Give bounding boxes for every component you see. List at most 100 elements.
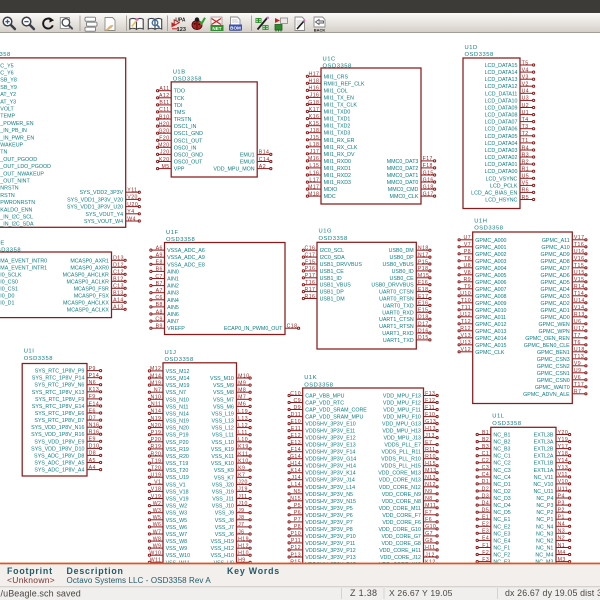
svg-text:VDDSHV_3P3V_L14: VDDSHV_3P3V_L14 — [305, 485, 355, 491]
svg-text:F2: F2 — [482, 550, 489, 556]
svg-text:SYS_RTC_1P8V_E14: SYS_RTC_1P8V_E14 — [32, 404, 85, 410]
svg-text:R12: R12 — [460, 326, 471, 332]
svg-text:D18: D18 — [418, 315, 429, 321]
svg-text:Y13: Y13 — [558, 465, 569, 471]
svg-text:VSS_L12: VSS_L12 — [212, 426, 234, 432]
svg-text:GPMC_A014: GPMC_A014 — [475, 336, 506, 342]
svg-text:P14: P14 — [89, 373, 100, 379]
svg-text:C13: C13 — [113, 284, 124, 290]
svg-text:V15: V15 — [574, 277, 585, 283]
svg-text:VDD_MPU_F11: VDD_MPU_F11 — [383, 408, 421, 414]
svg-text:MCASP0_FSR: MCASP0_FSR — [74, 286, 109, 292]
svg-text:J17: J17 — [310, 149, 320, 155]
svg-text:VDDSHV_3P3V_G14: VDDSHV_3P3V_G14 — [305, 457, 356, 463]
svg-text:GPMC_AD5: GPMC_AD5 — [541, 280, 570, 286]
svg-text:D3: D3 — [482, 493, 490, 499]
svg-text:EMU1: EMU1 — [240, 152, 255, 158]
svg-text:E11: E11 — [291, 426, 301, 432]
svg-text:NC_M4: NC_M4 — [535, 553, 553, 559]
svg-text:NC_P3: NC_P3 — [536, 503, 553, 509]
svg-text:U1: U1 — [522, 110, 530, 116]
svg-text:LCD_DATA07: LCD_DATA07 — [485, 120, 518, 126]
svg-text:R3: R3 — [522, 152, 530, 158]
svg-text:T12: T12 — [461, 319, 471, 325]
svg-text:GPMC_AD0: GPMC_AD0 — [541, 315, 570, 321]
svg-text:C2: C2 — [482, 458, 490, 464]
svg-text:D10: D10 — [89, 444, 100, 450]
svg-text:V17: V17 — [574, 235, 585, 241]
svg-text:GPMC_A005: GPMC_A005 — [475, 273, 506, 279]
svg-text:V8: V8 — [464, 270, 471, 276]
svg-text:GPMC_ADVN_ALE: GPMC_ADVN_ALE — [523, 392, 570, 398]
svg-text:VDD_MPU_J13: VDD_MPU_J13 — [384, 436, 421, 442]
svg-text:U1D: U1D — [465, 45, 478, 51]
svg-text:GPMC_CLK: GPMC_CLK — [475, 350, 505, 356]
svg-text:K10: K10 — [238, 458, 249, 464]
svg-text:I0_CS0: I0_CS0 — [0, 280, 18, 286]
svg-text:D12: D12 — [113, 263, 124, 269]
svg-text:N3: N3 — [558, 529, 566, 535]
svg-text:SYS_ADC_1P8V_D8: SYS_ADC_1P8V_D8 — [34, 453, 84, 459]
svg-text:NC_P1: NC_P1 — [536, 517, 553, 523]
svg-text:NRSTN: NRSTN — [0, 186, 18, 192]
svg-text:F18: F18 — [423, 163, 433, 169]
svg-text:R11: R11 — [425, 447, 435, 453]
svg-text:VSS_N14: VSS_N14 — [166, 411, 189, 417]
svg-text:MDC: MDC — [324, 194, 336, 200]
svg-text:U6: U6 — [574, 319, 582, 325]
svg-text:V18: V18 — [151, 487, 162, 493]
svg-text:TRSTN: TRSTN — [174, 117, 192, 123]
svg-text:SYS_VDD1_3P3V_U20: SYS_VDD1_3P3V_U20 — [67, 205, 123, 211]
svg-text:J11: J11 — [238, 494, 247, 500]
svg-text:MII1_RX_ER: MII1_RX_ER — [324, 138, 355, 144]
svg-text:P6: P6 — [294, 510, 301, 516]
svg-text:V9: V9 — [574, 361, 581, 367]
svg-text:VSS_M8: VSS_M8 — [213, 390, 234, 396]
svg-text:VSS_J7: VSS_J7 — [215, 525, 234, 531]
svg-text:VDD_CORE_G10: VDD_CORE_G10 — [379, 527, 421, 533]
svg-text:T1: T1 — [522, 138, 529, 144]
svg-text:T2: T2 — [522, 131, 529, 137]
svg-text:L16: L16 — [309, 170, 319, 176]
svg-text:T3: T3 — [522, 124, 529, 130]
svg-text:NC_F1: NC_F1 — [493, 546, 510, 552]
svg-text:E8: E8 — [156, 260, 163, 266]
svg-text:VSS_W7: VSS_W7 — [166, 532, 188, 538]
svg-text:EXTL2B: EXTL2B — [534, 447, 554, 453]
svg-text:C_Y6: C_Y6 — [0, 71, 13, 77]
svg-text:GPMC_AD8: GPMC_AD8 — [541, 259, 570, 265]
svg-text:VDDSHV_3P3V_J14: VDDSHV_3P3V_J14 — [305, 478, 355, 484]
svg-text:V7: V7 — [464, 242, 471, 248]
svg-text:C14: C14 — [259, 157, 270, 163]
svg-text:D13: D13 — [113, 256, 124, 262]
svg-text:VSS_L19: VSS_L19 — [212, 411, 234, 417]
svg-text:NC_P2: NC_P2 — [536, 510, 553, 516]
svg-text:VDD_MPU_H13: VDD_MPU_H13 — [382, 429, 421, 435]
svg-text:123: 123 — [177, 27, 186, 33]
svg-text:NC_B1: NC_B1 — [493, 433, 510, 439]
svg-text:VDDSHV_3P3V_N5: VDDSHV_3P3V_N5 — [305, 492, 353, 498]
svg-text:V1: V1 — [154, 480, 161, 486]
svg-text:VDDSHV_3P3V_E11: VDDSHV_3P3V_E11 — [305, 429, 355, 435]
svg-text:U3: U3 — [522, 96, 530, 102]
svg-text:GPMC_CSN3: GPMC_CSN3 — [537, 357, 570, 363]
svg-text:C6: C6 — [155, 295, 163, 301]
svg-text:I0_D1: I0_D1 — [0, 301, 14, 307]
svg-text:SB_Y8: SB_Y8 — [0, 78, 17, 84]
svg-text:J20: J20 — [160, 150, 170, 156]
svg-text:VDDSHV_3P3V_E13: VDDSHV_3P3V_E13 — [305, 443, 355, 449]
svg-text:G18: G18 — [423, 184, 434, 190]
svg-text:NC_D5: NC_D5 — [493, 510, 510, 516]
svg-text:P12: P12 — [291, 545, 302, 551]
svg-text:F15: F15 — [305, 259, 315, 265]
svg-text:R4: R4 — [522, 145, 530, 151]
svg-text:M17: M17 — [308, 184, 319, 190]
svg-text:VSS_J8: VSS_J8 — [215, 518, 234, 524]
svg-text:AIN4: AIN4 — [167, 298, 179, 304]
svg-text:Octavo Systems LLC - OSD3358 R: Octavo Systems LLC - OSD3358 Rev A — [67, 576, 212, 585]
svg-text:T5: T5 — [522, 60, 529, 66]
svg-text:VSS_K19: VSS_K19 — [211, 447, 234, 453]
svg-text:LCD_DATA04: LCD_DATA04 — [485, 141, 518, 147]
svg-text:U1K: U1K — [304, 375, 317, 381]
svg-text:UART0_TXD: UART0_TXD — [383, 303, 414, 309]
